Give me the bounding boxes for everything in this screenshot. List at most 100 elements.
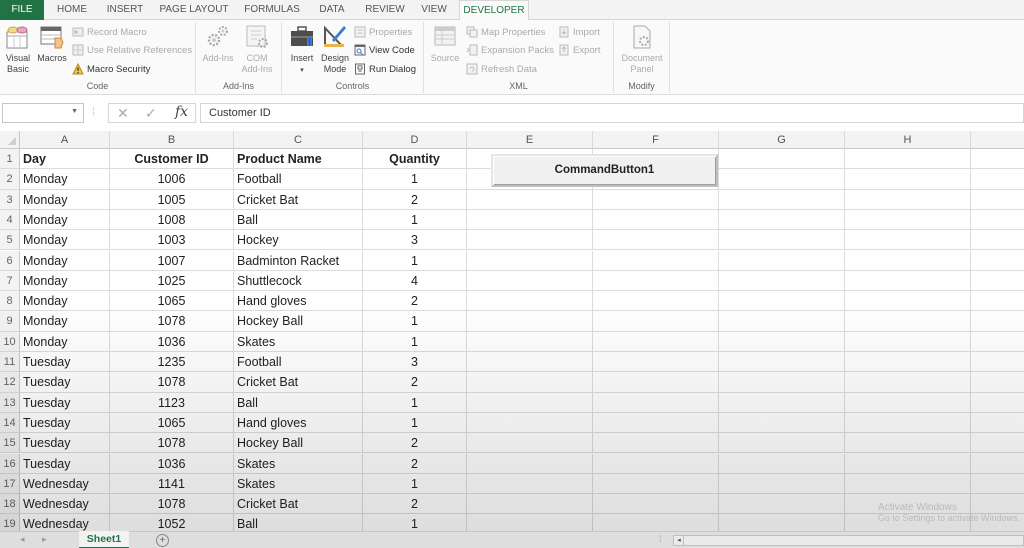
refresh-data-button[interactable]: Refresh Data [466, 62, 537, 78]
row-header[interactable]: 12 [0, 372, 20, 393]
column-header-f[interactable]: F [593, 131, 719, 149]
expansion-packs-button[interactable]: Expansion Packs [466, 43, 554, 59]
row-header[interactable]: 8 [0, 291, 20, 312]
insert-function-icon[interactable]: fx [175, 104, 188, 120]
empty-cell[interactable] [845, 352, 971, 373]
cell-product-name[interactable]: Skates [234, 473, 363, 495]
formula-input[interactable]: Customer ID [200, 103, 1024, 123]
cell-day[interactable]: Monday [20, 331, 110, 352]
cell-customer-id[interactable]: 1007 [110, 250, 234, 271]
sheet-tab-sheet1[interactable]: Sheet1 [79, 531, 129, 548]
cell-product-name[interactable]: Ball [234, 392, 363, 413]
cell-day[interactable]: Monday [20, 230, 110, 251]
row-header[interactable]: 1 [0, 149, 20, 170]
empty-cell[interactable] [971, 332, 1024, 352]
empty-cell[interactable] [467, 494, 593, 515]
tab-home[interactable]: HOME [50, 0, 94, 20]
empty-cell[interactable] [719, 169, 845, 190]
row-header[interactable]: 10 [0, 331, 20, 352]
empty-cell[interactable] [593, 372, 719, 393]
empty-cell[interactable] [719, 189, 845, 210]
row-header[interactable]: 17 [0, 473, 20, 495]
row-header[interactable]: 7 [0, 270, 20, 292]
empty-cell[interactable] [971, 230, 1024, 251]
empty-cell[interactable] [971, 149, 1024, 170]
empty-cell[interactable] [971, 474, 1024, 495]
empty-cell[interactable] [593, 311, 719, 332]
column-header-h[interactable]: H [845, 131, 971, 149]
row-header[interactable]: 5 [0, 230, 20, 251]
empty-cell[interactable] [593, 494, 719, 515]
empty-cell[interactable] [593, 189, 719, 210]
empty-cell[interactable] [467, 311, 593, 332]
row-header[interactable]: 2 [0, 169, 20, 190]
empty-cell[interactable] [593, 514, 719, 531]
row-header[interactable]: 3 [0, 189, 20, 210]
use-relative-references-button[interactable]: Use Relative References [72, 43, 192, 59]
empty-cell[interactable] [593, 291, 719, 312]
cell-day[interactable]: Monday [20, 250, 110, 271]
source-button[interactable]: Source [428, 24, 462, 64]
cell-product-name[interactable]: Badminton Racket [234, 250, 363, 271]
row-header[interactable]: 4 [0, 209, 20, 231]
empty-cell[interactable] [845, 372, 971, 393]
empty-cell[interactable] [845, 392, 971, 413]
empty-cell[interactable] [467, 270, 593, 292]
name-box[interactable]: ▼ [2, 103, 84, 123]
empty-cell[interactable] [845, 433, 971, 454]
row-header[interactable]: 13 [0, 392, 20, 413]
cell-product-name[interactable]: Skates [234, 453, 363, 474]
empty-cell[interactable] [467, 352, 593, 373]
column-header-i[interactable] [971, 131, 1024, 149]
empty-cell[interactable] [845, 230, 971, 251]
view-code-button[interactable]: View Code [354, 43, 415, 59]
export-button[interactable]: Export [558, 43, 600, 59]
empty-cell[interactable] [971, 251, 1024, 271]
empty-cell[interactable] [719, 433, 845, 454]
cell-customer-id[interactable]: 1006 [110, 169, 234, 190]
cell-quantity[interactable]: 1 [363, 169, 467, 190]
empty-cell[interactable] [971, 454, 1024, 474]
worksheet-grid[interactable]: A B C D E F G H 1 Day Customer ID Produc… [0, 131, 1024, 531]
tab-file[interactable]: FILE [0, 0, 44, 20]
row-header[interactable]: 11 [0, 352, 20, 373]
empty-cell[interactable] [845, 169, 971, 190]
empty-cell[interactable] [719, 311, 845, 332]
cell-quantity[interactable]: 2 [363, 453, 467, 474]
addins-button[interactable]: Add-Ins [200, 24, 236, 64]
map-properties-button[interactable]: Map Properties [466, 25, 545, 41]
cell-product-name[interactable]: Hockey Ball [234, 433, 363, 454]
com-addins-button[interactable]: COM Add-Ins [238, 24, 276, 75]
empty-cell[interactable] [719, 331, 845, 352]
cell-product-name[interactable]: Hockey [234, 230, 363, 251]
header-cell-product-name[interactable]: Product Name [234, 149, 363, 170]
cell-customer-id[interactable]: 1052 [110, 514, 234, 531]
cell-day[interactable]: Tuesday [20, 392, 110, 413]
cell-customer-id[interactable]: 1141 [110, 473, 234, 495]
empty-cell[interactable] [593, 270, 719, 292]
empty-cell[interactable] [845, 473, 971, 495]
import-button[interactable]: Import [558, 25, 600, 41]
empty-cell[interactable] [467, 453, 593, 474]
tab-view[interactable]: VIEW [416, 0, 452, 20]
cell-customer-id[interactable]: 1078 [110, 433, 234, 454]
empty-cell[interactable] [467, 250, 593, 271]
tab-insert[interactable]: INSERT [100, 0, 150, 20]
cell-quantity[interactable]: 1 [363, 412, 467, 434]
empty-cell[interactable] [845, 250, 971, 271]
cell-quantity[interactable]: 4 [363, 270, 467, 292]
empty-cell[interactable] [719, 270, 845, 292]
row-header[interactable]: 15 [0, 433, 20, 454]
empty-cell[interactable] [845, 149, 971, 170]
scroll-sheets-left-icon[interactable]: ◂ [20, 534, 25, 545]
tab-formulas[interactable]: FORMULAS [240, 0, 304, 20]
empty-cell[interactable] [467, 331, 593, 352]
empty-cell[interactable] [971, 169, 1024, 190]
empty-cell[interactable] [971, 190, 1024, 210]
chevron-down-icon[interactable]: ▼ [71, 108, 78, 115]
cell-customer-id[interactable]: 1078 [110, 372, 234, 393]
empty-cell[interactable] [467, 230, 593, 251]
empty-cell[interactable] [719, 230, 845, 251]
empty-cell[interactable] [719, 453, 845, 474]
header-cell-day[interactable]: Day [20, 149, 110, 170]
